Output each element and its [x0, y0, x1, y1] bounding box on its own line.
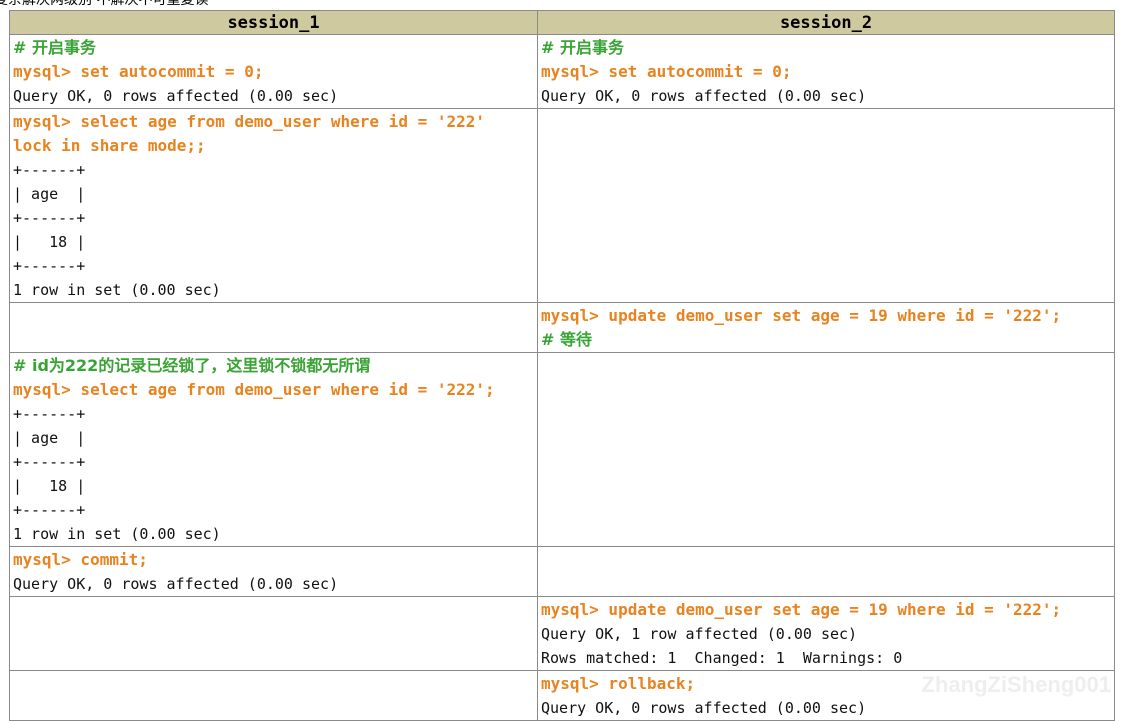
command-line: mysql> update demo_user set age = 19 whe…	[541, 600, 1062, 619]
session-1-cell	[9, 596, 538, 671]
session-2-cell: # 开启事务 mysql> set autocommit = 0; Query OK…	[537, 34, 1115, 109]
session-1-cell: # 开启事务 mysql> set autocommit = 0; Query OK…	[9, 34, 538, 109]
output-line: +------+	[13, 257, 86, 275]
session-2-cell	[537, 352, 1115, 547]
command-line: mysql> update demo_user set age = 19 whe…	[541, 306, 1062, 325]
command-line: mysql> select age from demo_user where i…	[13, 380, 495, 399]
table-body: # 开启事务 mysql> set autocommit = 0; Query OK…	[9, 34, 1115, 721]
column-header-session-1: session_1	[9, 10, 538, 35]
document-caption: 复杂解决两级别 不解决不可重复读	[0, 0, 209, 8]
session-1-cell: mysql> commit; Query OK, 0 rows affected …	[9, 546, 538, 597]
session-2-cell	[537, 108, 1115, 303]
output-line: +------+	[13, 209, 86, 227]
output-line: Query OK, 0 rows affected (0.00 sec)	[13, 575, 339, 593]
watermark-text: ZhangZiSheng001	[921, 672, 1111, 697]
session-1-cell	[9, 302, 538, 353]
session-1-cell: # id为222的记录已经锁了，这里锁不锁都无所谓 mysql> select a…	[9, 352, 538, 547]
command-line: mysql> set autocommit = 0;	[13, 62, 264, 81]
output-line: Query OK, 0 rows affected (0.00 sec)	[13, 87, 339, 105]
table-row: mysql> update demo_user set age = 19 whe…	[9, 596, 1115, 671]
output-line: +------+	[13, 453, 86, 471]
output-line: +------+	[13, 161, 86, 179]
output-line: | age |	[13, 429, 86, 447]
output-line: Rows matched: 1 Changed: 1 Warnings: 0	[541, 649, 903, 667]
session-1-cell: mysql> select age from demo_user where i…	[9, 108, 538, 303]
header-row: session_1 session_2	[9, 10, 1115, 35]
session-2-cell	[537, 546, 1115, 597]
session-2-cell: mysql> update demo_user set age = 19 whe…	[537, 302, 1115, 353]
output-line: | 18 |	[13, 233, 86, 251]
command-line: mysql> commit;	[13, 550, 148, 569]
output-line: +------+	[13, 405, 86, 423]
output-line: +------+	[13, 501, 86, 519]
output-line: 1 row in set (0.00 sec)	[13, 525, 221, 543]
command-line: mysql> select age from demo_user where i…	[13, 112, 486, 131]
command-line: mysql> set autocommit = 0;	[541, 62, 792, 81]
table-row: mysql> select age from demo_user where i…	[9, 108, 1115, 303]
table-row: mysql> commit; Query OK, 0 rows affected …	[9, 546, 1115, 597]
comment-line: # id为222的记录已经锁了，这里锁不锁都无所谓	[13, 356, 371, 375]
command-line: lock in share mode;;	[13, 136, 206, 155]
column-header-session-2: session_2	[537, 10, 1115, 35]
output-line: Query OK, 1 row affected (0.00 sec)	[541, 625, 858, 643]
output-line: Query OK, 0 rows affected (0.00 sec)	[541, 87, 867, 105]
session-comparison-table: session_1 session_2 # 开启事务 mysql> set aut…	[9, 10, 1115, 721]
comment-line: # 开启事务	[13, 38, 96, 57]
output-line: Query OK, 0 rows affected (0.00 sec)	[541, 699, 867, 717]
output-line: 1 row in set (0.00 sec)	[13, 281, 221, 299]
table-row: # id为222的记录已经锁了，这里锁不锁都无所谓 mysql> select a…	[9, 352, 1115, 547]
comment-line: # 等待	[541, 330, 592, 349]
comment-line: # 开启事务	[541, 38, 624, 57]
table-row: mysql> update demo_user set age = 19 whe…	[9, 302, 1115, 353]
session-2-cell: mysql> update demo_user set age = 19 whe…	[537, 596, 1115, 671]
session-1-cell	[9, 670, 538, 721]
output-line: | age |	[13, 185, 86, 203]
table-row: # 开启事务 mysql> set autocommit = 0; Query OK…	[9, 34, 1115, 109]
output-line: | 18 |	[13, 477, 86, 495]
